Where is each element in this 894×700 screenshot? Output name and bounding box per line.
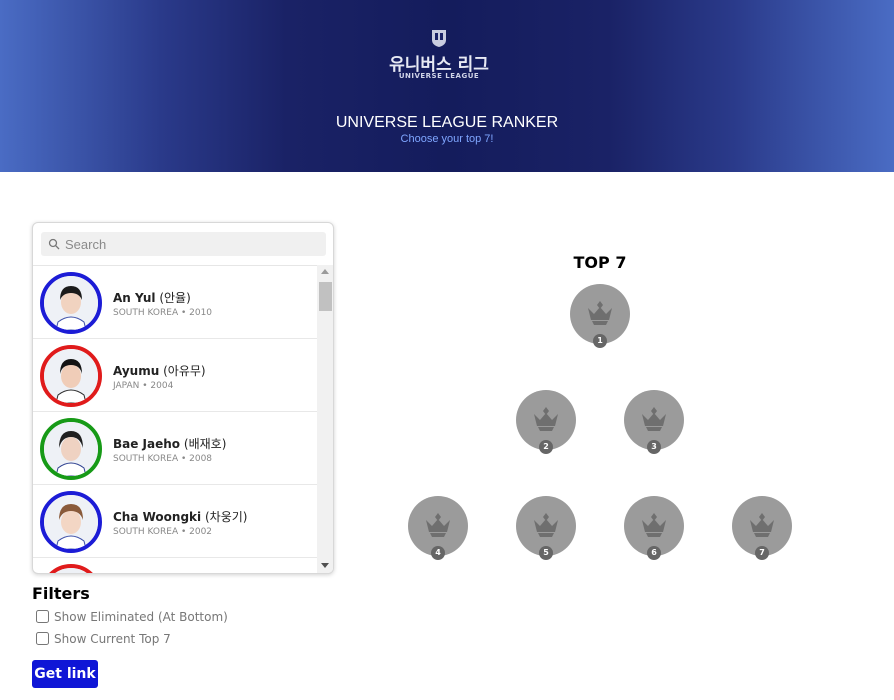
universe-league-logo: 유니버스 리그 UNIVERSE LEAGUE <box>387 28 491 84</box>
contestant-meta: SOUTH KOREA • 2002 <box>113 527 213 537</box>
avatar <box>40 491 102 553</box>
contestant-meta: SOUTH KOREA • 2010 <box>113 308 213 318</box>
logo-english-text: UNIVERSE LEAGUE <box>398 72 480 80</box>
avatar <box>40 272 102 334</box>
filters-heading: Filters <box>32 584 90 603</box>
contestant-list: An Yul (안율) SOUTH KOREA • 2010 Ayumu (아유… <box>33 265 317 573</box>
crown-icon <box>426 513 450 537</box>
show-eliminated-checkbox[interactable] <box>36 610 49 623</box>
contestant-meta: JAPAN • 2004 <box>113 381 174 391</box>
page-title: UNIVERSE LEAGUE RANKER <box>335 114 559 131</box>
avatar <box>40 418 102 480</box>
portrait-image <box>44 349 98 403</box>
rank-badge: 6 <box>647 546 661 560</box>
top7-slot-7[interactable]: 7 <box>732 496 792 560</box>
contestant-meta: SOUTH KOREA • 2008 <box>113 454 213 464</box>
contestant-name: Bae Jaeho (배재호) <box>113 437 227 451</box>
list-item[interactable]: An Yul (안율) SOUTH KOREA • 2010 <box>33 266 317 339</box>
scroll-down-arrow-icon[interactable] <box>321 563 329 568</box>
league-emblem-icon <box>432 30 446 47</box>
rank-badge: 3 <box>647 440 661 454</box>
crown-icon <box>534 513 558 537</box>
portrait-image <box>44 495 98 549</box>
search-input[interactable] <box>65 234 320 254</box>
page-subtitle: Choose your top 7! <box>400 133 494 145</box>
rank-badge: 7 <box>755 546 769 560</box>
top7-heading: TOP 7 <box>573 253 627 272</box>
avatar <box>40 345 102 407</box>
search-box <box>41 232 326 256</box>
contestant-name: An Yul (안율) <box>113 291 191 305</box>
list-item[interactable]: Cha Woongki (차웅기) SOUTH KOREA • 2002 <box>33 485 317 558</box>
contestant-name: Ayumu (아유무) <box>113 364 206 378</box>
top7-slot-2[interactable]: 2 <box>516 390 576 454</box>
rank-badge: 1 <box>593 334 607 348</box>
top7-slot-6[interactable]: 6 <box>624 496 684 560</box>
show-current-top7-checkbox[interactable] <box>36 632 49 645</box>
portrait-image <box>44 276 98 330</box>
search-icon <box>48 238 60 250</box>
contestant-list-panel: An Yul (안율) SOUTH KOREA • 2010 Ayumu (아유… <box>32 222 334 574</box>
filter-show-current-top7[interactable]: Show Current Top 7 <box>36 632 171 646</box>
show-current-top7-label: Show Current Top 7 <box>54 632 171 646</box>
list-item[interactable]: Bae Jaeho (배재호) SOUTH KOREA • 2008 <box>33 412 317 485</box>
filter-show-eliminated[interactable]: Show Eliminated (At Bottom) <box>36 610 228 624</box>
top7-slot-4[interactable]: 4 <box>408 496 468 560</box>
contestant-name: Cha Woongki (차웅기) <box>113 510 248 524</box>
crown-icon <box>534 407 558 431</box>
scroll-up-arrow-icon[interactable] <box>321 269 329 274</box>
list-scrollbar[interactable] <box>317 265 333 573</box>
portrait-image <box>44 422 98 476</box>
crown-icon <box>750 513 774 537</box>
portrait-image <box>44 568 98 573</box>
top7-slot-1[interactable]: 1 <box>570 284 630 348</box>
show-eliminated-label: Show Eliminated (At Bottom) <box>54 610 228 624</box>
rank-badge: 4 <box>431 546 445 560</box>
crown-icon <box>642 407 666 431</box>
rank-badge: 5 <box>539 546 553 560</box>
list-item[interactable]: Ayumu (아유무) JAPAN • 2004 <box>33 339 317 412</box>
avatar <box>40 564 102 573</box>
list-item[interactable] <box>33 558 317 573</box>
rank-badge: 2 <box>539 440 553 454</box>
crown-icon <box>588 301 612 325</box>
top7-slot-5[interactable]: 5 <box>516 496 576 560</box>
scrollbar-thumb[interactable] <box>319 282 332 311</box>
crown-icon <box>642 513 666 537</box>
top7-slot-3[interactable]: 3 <box>624 390 684 454</box>
get-link-button[interactable]: Get link <box>32 660 98 688</box>
header-banner: 유니버스 리그 UNIVERSE LEAGUE UNIVERSE LEAGUE … <box>0 0 894 172</box>
